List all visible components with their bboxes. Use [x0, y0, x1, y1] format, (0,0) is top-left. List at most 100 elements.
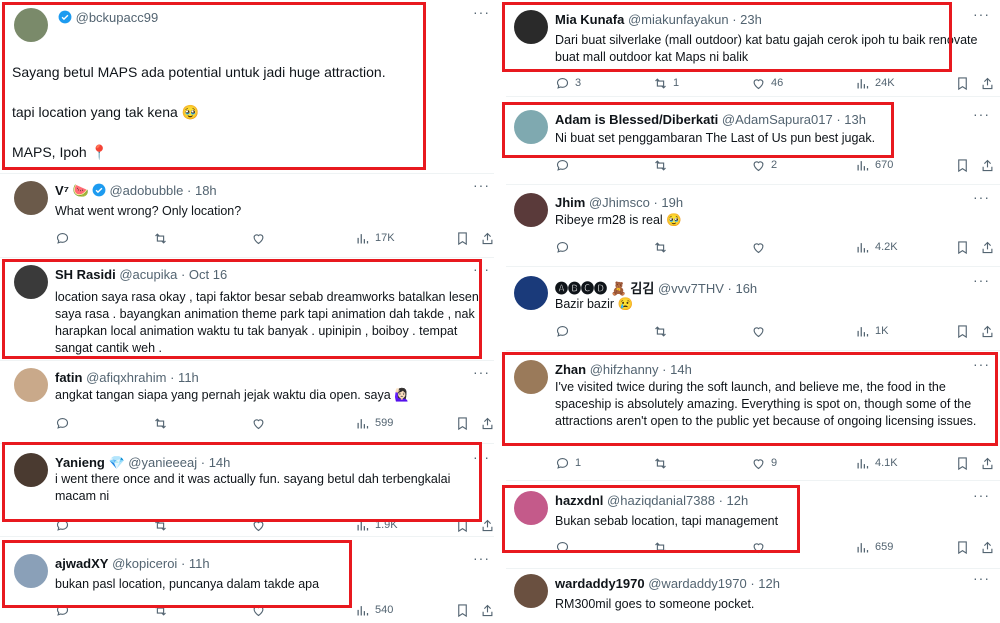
more-options-icon[interactable]: ··· [473, 449, 490, 465]
bookmark-button[interactable] [955, 240, 975, 255]
share-button[interactable] [980, 76, 1000, 91]
handle[interactable]: @vvv7THV [658, 281, 724, 296]
handle[interactable]: @adobubble [109, 183, 183, 198]
like-button[interactable] [251, 518, 271, 533]
timestamp[interactable]: · 11h [170, 370, 199, 385]
avatar[interactable] [514, 276, 548, 310]
bookmark-button[interactable] [455, 518, 475, 533]
like-button[interactable]: 2 [751, 158, 777, 173]
more-options-icon[interactable]: ··· [473, 550, 490, 566]
display-name[interactable]: 🅐🅑🅒🅓 🧸 김김 [555, 281, 654, 296]
avatar[interactable] [514, 491, 548, 525]
display-name[interactable]: V⁷ 🍉 [55, 183, 89, 198]
views-button[interactable]: 599 [355, 416, 393, 431]
bookmark-button[interactable] [455, 231, 475, 246]
display-name[interactable]: fatin [55, 370, 82, 385]
display-name[interactable]: Adam is Blessed/Diberkati [555, 112, 718, 127]
timestamp[interactable]: · 18h [187, 183, 217, 198]
avatar[interactable] [514, 110, 548, 144]
handle[interactable]: @afiqxhrahim [86, 370, 166, 385]
handle[interactable]: @acupika [119, 267, 177, 282]
reply-button[interactable] [555, 324, 575, 339]
views-button[interactable]: 540 [355, 603, 393, 618]
retweet-button[interactable]: 1 [653, 76, 679, 91]
share-button[interactable] [980, 456, 1000, 471]
handle[interactable]: @bckupacc99 [76, 10, 159, 25]
more-options-icon[interactable]: ··· [473, 364, 490, 380]
retweet-button[interactable] [153, 518, 173, 533]
bookmark-button[interactable] [955, 324, 975, 339]
display-name[interactable]: hazxdnl [555, 493, 603, 508]
retweet-button[interactable] [153, 416, 173, 431]
bookmark-button[interactable] [955, 456, 975, 471]
timestamp[interactable]: · 12h [719, 493, 749, 508]
views-button[interactable]: 4.2K [855, 240, 898, 255]
avatar[interactable] [514, 193, 548, 227]
retweet-button[interactable] [653, 456, 673, 471]
avatar[interactable] [514, 574, 548, 608]
share-button[interactable] [980, 240, 1000, 255]
like-button[interactable] [251, 416, 271, 431]
like-button[interactable]: 9 [751, 456, 777, 471]
timestamp[interactable]: · Oct 16 [181, 267, 227, 282]
views-button[interactable]: 1K [855, 324, 888, 339]
retweet-button[interactable] [653, 540, 673, 555]
views-button[interactable]: 1.9K [355, 518, 398, 533]
more-options-icon[interactable]: ··· [973, 106, 990, 122]
views-button[interactable]: 17K [355, 231, 395, 246]
like-button[interactable]: 46 [751, 76, 783, 91]
avatar[interactable] [14, 181, 48, 215]
display-name[interactable]: ajwadXY [55, 556, 108, 571]
more-options-icon[interactable]: ··· [973, 272, 990, 288]
share-button[interactable] [980, 540, 1000, 555]
display-name[interactable]: Mia Kunafa [555, 12, 624, 27]
display-name[interactable]: SH Rasidi [55, 267, 116, 282]
handle[interactable]: @AdamSapura017 [722, 112, 833, 127]
reply-button[interactable] [555, 158, 575, 173]
more-options-icon[interactable]: ··· [473, 261, 490, 277]
reply-button[interactable] [55, 231, 75, 246]
share-button[interactable] [980, 158, 1000, 173]
more-options-icon[interactable]: ··· [473, 4, 490, 20]
bookmark-button[interactable] [955, 76, 975, 91]
share-button[interactable] [980, 324, 1000, 339]
like-button[interactable] [751, 324, 771, 339]
bookmark-button[interactable] [955, 540, 975, 555]
avatar[interactable] [514, 360, 548, 394]
more-options-icon[interactable]: ··· [973, 6, 990, 22]
handle[interactable]: @wardaddy1970 [648, 576, 746, 591]
display-name[interactable]: Zhan [555, 362, 586, 377]
reply-button[interactable] [555, 240, 575, 255]
timestamp[interactable]: · 12h [750, 576, 780, 591]
more-options-icon[interactable]: ··· [973, 189, 990, 205]
handle[interactable]: @hifzhanny [590, 362, 659, 377]
display-name[interactable]: Jhim [555, 195, 585, 210]
avatar[interactable] [14, 554, 48, 588]
like-button[interactable] [751, 240, 771, 255]
timestamp[interactable]: · 11h [181, 556, 210, 571]
avatar[interactable] [14, 453, 48, 487]
views-button[interactable]: 4.1K [855, 456, 898, 471]
timestamp[interactable]: · 13h [836, 112, 866, 127]
reply-button[interactable] [55, 603, 75, 618]
bookmark-button[interactable] [955, 158, 975, 173]
retweet-button[interactable] [653, 240, 673, 255]
avatar[interactable] [514, 10, 548, 44]
timestamp[interactable]: · 19h [653, 195, 683, 210]
avatar[interactable] [14, 265, 48, 299]
timestamp[interactable]: · 14h [662, 362, 692, 377]
more-options-icon[interactable]: ··· [973, 570, 990, 586]
avatar[interactable] [14, 8, 48, 42]
like-button[interactable] [251, 603, 271, 618]
reply-button[interactable]: 1 [555, 456, 581, 471]
timestamp[interactable]: · 16h [728, 281, 758, 296]
handle[interactable]: @kopiceroi [112, 556, 177, 571]
handle[interactable]: @miakunfayakun [628, 12, 729, 27]
handle[interactable]: @Jhimsco [589, 195, 650, 210]
views-button[interactable]: 670 [855, 158, 893, 173]
reply-button[interactable]: 3 [555, 76, 581, 91]
timestamp[interactable]: · 14h [201, 455, 231, 470]
handle[interactable]: @yanieeeaj [128, 455, 197, 470]
bookmark-button[interactable] [455, 603, 475, 618]
views-button[interactable]: 659 [855, 540, 893, 555]
